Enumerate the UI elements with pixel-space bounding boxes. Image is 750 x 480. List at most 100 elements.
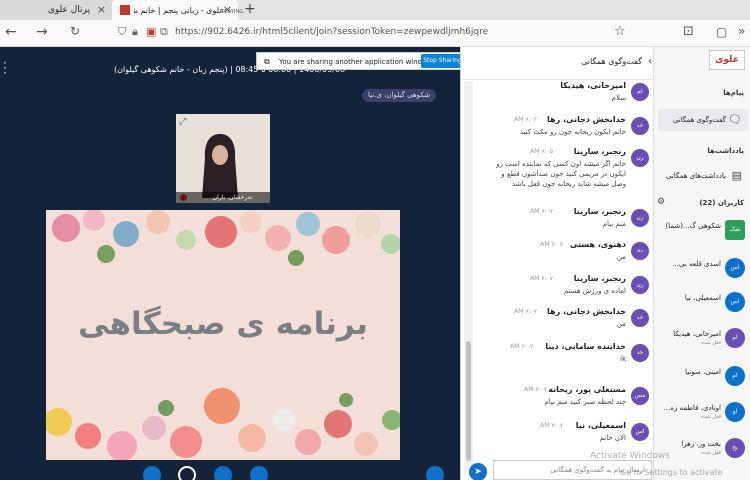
avatar: او [725,402,745,422]
back-icon[interactable]: ← [5,24,17,40]
close-tab-icon[interactable]: × [223,3,232,16]
chevron-left-icon[interactable]: ‹ [648,56,652,67]
close-tab-icon[interactable]: × [97,3,106,16]
browser-tab-portal[interactable]: پرتال علوی × [0,0,112,20]
user-list-sidebar: علوی پیام‌ها 🗨︎ گفت‌وگوی همگانی یادداشت‌… [653,47,750,480]
user-row[interactable]: بخ بخت ور، زهرا قفل شده [654,433,750,466]
message-time: ۷:۰۷ AM [524,386,547,393]
camera-off-button[interactable] [178,466,196,480]
sharing-message: You are sharing another application wind… [279,58,434,66]
avatar: اس [725,292,745,312]
chat-header: گفت‌وگوی همگانی ‹ [461,47,654,80]
shared-notes-label: یادداشت‌های همگانی [665,172,726,180]
message-author: خداینده سامانی، دینا [545,342,626,351]
audio-button[interactable] [143,466,161,480]
message-time: ۷:۰۷ AM [540,241,563,248]
message-text: من [616,320,626,328]
message-text: الان خانم [599,434,626,442]
avatar: خد [631,309,649,327]
notes-section-title: یادداشت‌ها [707,147,744,155]
user-row[interactable]: اس اسدی قلعه بی... [654,253,750,286]
user-row[interactable]: اس اسمعیلی، نیا [654,287,750,320]
message-text: اماده ی ورزش هستم [563,287,626,295]
chat-scrollbar[interactable] [464,81,473,476]
chat-message: رن رنجبر، سارینا ۷:۰۷ AM اماده ی ورزش هس… [475,274,653,304]
lock-icon[interactable]: 🔒︎ [132,25,146,39]
webcam-tile[interactable]: ⤢ تدرخشان، باران [176,114,270,203]
activate-windows-watermark: Activate Windows [590,451,670,461]
overflow-menu-icon[interactable]: » [738,24,745,38]
shield-icon[interactable]: ⛉ [118,25,132,39]
brand-logo: علوی [709,50,745,70]
chat-message: ام امیرخانی، هیدیکا سلام [475,81,653,115]
message-time: ۷:۰۷ AM [510,343,533,350]
microphone-button[interactable] [214,466,232,480]
avatar: ام [725,328,745,348]
chat-message: خد خداینده سامانی، دینا ۷:۰۷ AM ik [475,342,653,372]
avatar: اس [631,423,649,441]
notes-icon: ▤ [731,169,742,182]
message-author: خدابخش دجانی، رها [547,307,626,316]
url-input[interactable]: https://902.6426.ir/html5client/join?ses… [175,27,488,37]
message-time: ۷:۰۷ AM [540,422,563,429]
message-author: اسمعیلی، نیا [575,421,626,430]
presentation-area: ··· (پنجم زبان - خانم شکوهی گیلوان) | 14… [0,47,460,480]
gear-icon[interactable]: ⚙ [657,197,665,207]
message-author: مسنعلی پور، ریحانه [548,385,626,394]
public-chat-item[interactable]: 🗨︎ گفت‌وگوی همگانی [658,109,748,131]
chat-message: رن رنجبر، سارینا ۷:۰۵ AM خانم اگر میشه ا… [475,147,653,207]
pocket-icon[interactable]: ▢ [716,25,727,39]
sharing-notification-bar: ⧉ You are sharing another application wi… [256,52,490,70]
stop-sharing-button[interactable]: Stop Sharing [421,54,464,68]
public-chat-label: گفت‌وگوی همگانی [672,116,726,124]
avatar: خد [631,344,649,362]
message-text: خانم اگر میشه اون کسی که نماینده است رو … [496,160,626,188]
add-action-button[interactable] [426,466,444,480]
avatar: مس [631,387,649,405]
favicon-icon [120,5,130,15]
reload-icon[interactable]: ↻ [70,24,80,38]
chat-icon: 🗨︎ [728,113,742,126]
fullscreen-icon[interactable]: ⤢ [179,117,186,127]
message-author: دهنوی، هستی [569,240,626,249]
presentation-slide: برنامه ی صبحگاهی [46,210,400,460]
user-status: قفل شده [701,450,721,456]
options-menu-icon[interactable]: · · · [3,57,7,79]
chat-panel: گفت‌وگوی همگانی ‹ ام امیرخانی، هیدیکا سل… [460,47,654,480]
extension-icon[interactable]: ⊡ [683,24,694,39]
camera-permission-icon[interactable]: ▣ [146,25,160,39]
user-row[interactable]: ام امیرخانی، هیدیکا قفل شده [654,323,750,356]
avatar: رن [631,149,649,167]
scroll-thumb[interactable] [466,341,471,461]
screen-share-icon[interactable]: ⧉ [160,25,174,39]
activate-windows-subtitle: Go to Settings to activate [620,468,723,477]
new-tab-icon[interactable]: + [244,1,256,17]
screen-share-button[interactable] [250,466,268,480]
avatar: شک [725,220,745,240]
forward-icon[interactable]: → [36,24,48,40]
share-window-icon: ⧉ [264,57,270,66]
avatar: بخ [725,438,745,458]
avatar: خد [631,117,649,135]
chat-message: ده دهنوی، هستی ۷:۰۷ AM من [475,240,653,270]
avatar: ده [631,242,649,260]
user-row[interactable]: او اوتادی، فاطمه زه... قفل شده [654,397,750,430]
chat-message: خد خدابخش دجانی، رها ۷:۰۷ AM من [475,307,653,337]
send-icon[interactable]: ➤ [469,463,487,480]
talking-indicator[interactable]: شکوهی گیلوان، ی.نیا [362,89,436,102]
message-time: ۷:۰۷ AM [530,275,553,282]
message-text: سلام [611,94,626,102]
bookmark-star-icon[interactable]: ☆ [614,24,626,39]
user-row[interactable]: ام امینی، سونیا [654,361,750,394]
user-row[interactable]: شک شکوهی گ...(شما) [654,215,750,248]
slide-title: برنامه ی صبحگاهی [78,306,368,342]
avatar: ام [631,83,649,101]
message-time: ۷:۰۷ AM [514,308,537,315]
tab-title: پرتال علوی [47,5,90,15]
message-author: امیرخانی، هیدیکا [560,81,626,90]
shared-notes-item[interactable]: ▤ یادداشت‌های همگانی [658,165,748,187]
avatar: اس [725,258,745,278]
message-time: ۷:۰۲ AM [514,116,537,123]
avatar: رن [631,209,649,227]
browser-tab-class[interactable]: علوی - زبانی پنجم | خانم شکوهی PLAYING × [112,0,243,20]
